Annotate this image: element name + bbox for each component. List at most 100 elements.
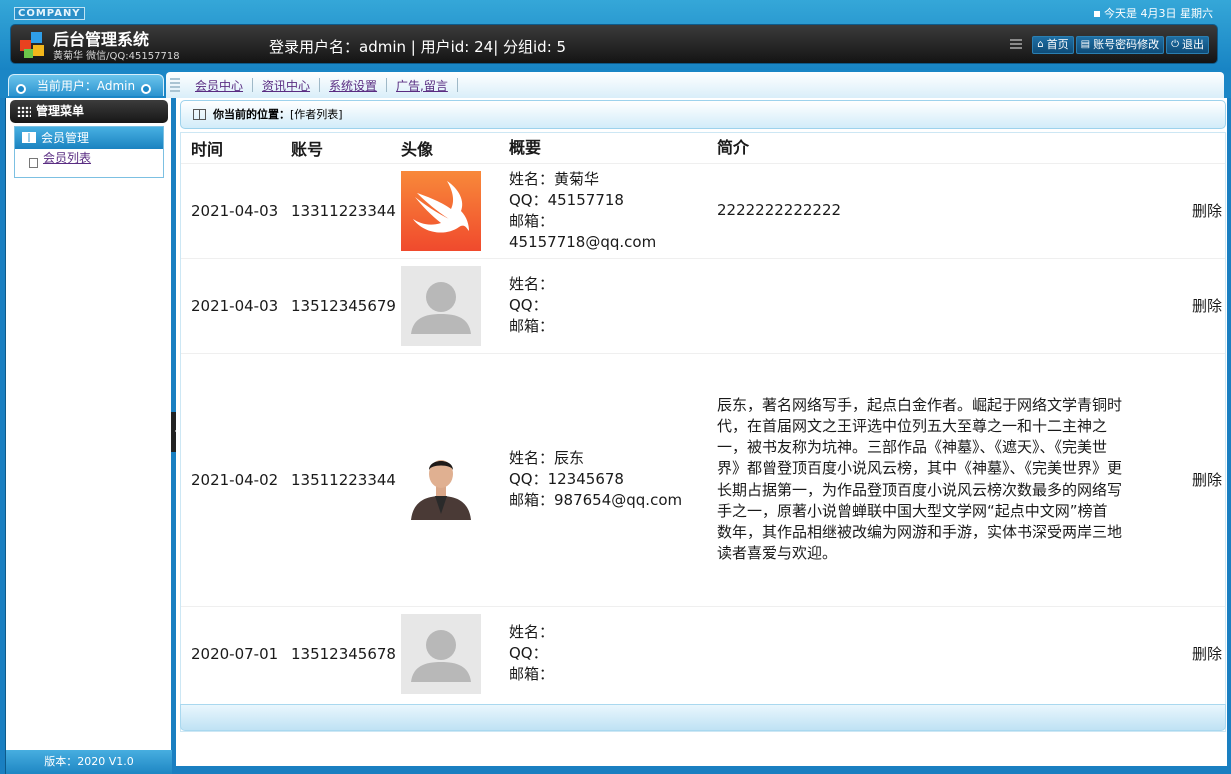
row-email-label: 邮箱： — [508, 665, 554, 684]
row-bio: 辰东，著名网络写手，起点白金作者。崛起于网络文学青铜时代，在首届网文之王评选中位… — [706, 352, 1122, 606]
sidebar: 管理菜单 会员管理 会员列表 版本：2020 V1.0 — [5, 98, 172, 774]
top-header: COMPANY 今天是 4月3日 星期六 后台管理系统 黄菊华 微信/QQ:45… — [0, 0, 1231, 70]
sidebar-group-header[interactable]: 会员管理 — [15, 127, 163, 149]
table-header-row: 时间 账号 头像 概要 简介 — [181, 133, 1225, 163]
logout-button[interactable]: ⏻ 退出 — [1166, 36, 1209, 54]
row-account: 13311223344 — [281, 162, 396, 258]
row-qq: QQ： — [508, 296, 548, 314]
author-list: 时间 账号 头像 概要 简介 2021-04-03 13311223344 姓名… — [180, 132, 1226, 732]
row-action-cell: 删除 — [1121, 605, 1225, 701]
nav-row: 当前用户：Admin 会员中心 资讯中心 系统设置 广告,留言 — [0, 70, 1231, 98]
row-avatar-cell — [395, 605, 499, 701]
row-action-cell: 删除 — [1121, 352, 1225, 606]
menu-ads-messages[interactable]: 广告,留言 — [387, 77, 457, 94]
version-label: 版本：2020 V1.0 — [6, 750, 172, 774]
change-password-label: 账号密码修改 — [1093, 38, 1160, 51]
menu-member-center[interactable]: 会员中心 — [186, 77, 252, 94]
column-header-time: 时间 — [191, 139, 224, 159]
row-action-cell: 删除 — [1121, 162, 1225, 258]
table-row: 2021-04-03 13512345679 姓名： QQ： 邮箱： 删除 — [181, 257, 1225, 353]
row-action-cell: 删除 — [1121, 257, 1225, 353]
row-time: 2021-04-03 — [181, 257, 281, 353]
sidebar-group-member: 会员管理 会员列表 — [14, 126, 164, 178]
list-icon: ▤ — [1080, 39, 1091, 50]
row-time: 2021-04-03 — [181, 162, 281, 258]
default-avatar-icon — [400, 265, 481, 346]
home-button[interactable]: ⌂ 首页 — [1032, 36, 1074, 54]
delete-button[interactable]: 删除 — [1192, 297, 1222, 315]
row-time: 2020-07-01 — [181, 605, 281, 701]
breadcrumb-value: [作者列表] — [290, 108, 343, 121]
row-time: 2021-04-02 — [181, 352, 281, 606]
row-email-label: 邮箱： — [508, 491, 554, 509]
row-name: 姓名：黄菊华 — [508, 169, 599, 188]
document-icon — [29, 158, 38, 168]
row-summary: 姓名：黄菊华 QQ：45157718 邮箱： 45157718@qq.com — [498, 162, 707, 258]
row-email: 45157718@qq.com — [508, 232, 657, 251]
row-email-label: 邮箱： — [508, 211, 554, 230]
swift-logo-icon — [400, 170, 481, 251]
delete-button[interactable]: 删除 — [1192, 645, 1222, 663]
row-qq: QQ：45157718 — [508, 190, 624, 209]
power-icon: ⏻ — [1171, 39, 1179, 50]
row-summary: 姓名： QQ： 邮箱： — [498, 257, 707, 353]
date-display: 今天是 4月3日 星期六 — [1094, 5, 1213, 21]
row-bio — [706, 605, 1122, 701]
column-header-action — [1122, 133, 1225, 163]
author-table: 时间 账号 头像 概要 简介 2021-04-03 13311223344 姓名… — [181, 133, 1225, 701]
ring-icon — [141, 84, 151, 94]
row-email-label: 邮箱： — [508, 317, 554, 335]
row-summary: 姓名：辰东 QQ：12345678 邮箱：987654@qq.com — [498, 352, 707, 606]
row-account: 13512345678 — [281, 605, 396, 701]
sidebar-title-label: 管理菜单 — [36, 104, 85, 118]
row-avatar-cell — [395, 162, 499, 258]
row-bio: 2222222222222 — [706, 162, 1122, 258]
person-photo-icon — [400, 439, 481, 520]
row-name: 姓名： — [508, 623, 554, 642]
table-row: 2020-07-01 13512345678 姓名： QQ： 邮箱： 删除 — [181, 605, 1225, 701]
top-menu: 会员中心 资讯中心 系统设置 广告,留言 — [166, 72, 1224, 98]
book-icon — [22, 132, 36, 143]
cubes-logo-icon — [20, 32, 44, 58]
breadcrumb-label: 你当前的位置： — [213, 108, 290, 121]
delete-button[interactable]: 删除 — [1192, 202, 1222, 220]
sidebar-title: 管理菜单 — [10, 100, 168, 123]
grip-icon — [170, 78, 180, 92]
breadcrumb: 你当前的位置：[作者列表] — [180, 100, 1226, 129]
row-name: 姓名：辰东 — [508, 449, 584, 467]
grip-icon — [1010, 39, 1023, 51]
sidebar-group-label: 会员管理 — [41, 131, 90, 145]
title-bar: 后台管理系统 黄菊华 微信/QQ:45157718 登录用户名：admin | … — [10, 24, 1218, 64]
row-email: 987654@qq.com — [554, 491, 683, 509]
change-password-button[interactable]: ▤ 账号密码修改 — [1075, 36, 1165, 54]
login-info: 登录用户名：admin | 用户id: 24| 分组id: 5 — [269, 38, 567, 56]
column-header-avatar: 头像 — [400, 139, 433, 159]
table-row: 2021-04-02 13511223344 姓名：辰东 QQ：12345678… — [181, 352, 1225, 606]
delete-button[interactable]: 删除 — [1192, 471, 1222, 489]
header-actions: ⌂ 首页 ▤ 账号密码修改 ⏻ 退出 — [1010, 36, 1209, 54]
row-account: 13511223344 — [281, 352, 396, 606]
menu-divider — [456, 78, 458, 92]
row-bio — [706, 257, 1122, 353]
column-header-summary: 概要 — [508, 138, 541, 158]
sidebar-item-member-list[interactable]: 会员列表 — [15, 149, 163, 177]
main-panel: 你当前的位置：[作者列表] 时间 账号 头像 概要 简介 2021-04-03 … — [176, 98, 1227, 766]
row-qq: QQ：12345678 — [508, 470, 624, 488]
row-avatar-cell — [395, 257, 499, 353]
sidebar-item-label[interactable]: 会员列表 — [43, 151, 91, 165]
grid-dots-icon — [17, 106, 31, 117]
row-name: 姓名： — [508, 275, 554, 293]
square-icon — [1094, 11, 1100, 17]
home-icon: ⌂ — [1037, 39, 1044, 50]
date-text: 今天是 4月3日 星期六 — [1104, 7, 1213, 20]
logout-label: 退出 — [1182, 38, 1204, 51]
table-row: 2021-04-03 13311223344 姓名：黄菊华 QQ：4515771… — [181, 162, 1225, 258]
current-user-tab: 当前用户：Admin — [8, 74, 164, 96]
column-header-bio: 简介 — [716, 138, 749, 158]
menu-system-settings[interactable]: 系统设置 — [320, 77, 386, 94]
home-label: 首页 — [1046, 38, 1069, 51]
default-avatar-icon — [400, 613, 481, 694]
row-summary: 姓名： QQ： 邮箱： — [498, 605, 707, 701]
row-account: 13512345679 — [281, 257, 396, 353]
menu-news-center[interactable]: 资讯中心 — [253, 77, 319, 94]
